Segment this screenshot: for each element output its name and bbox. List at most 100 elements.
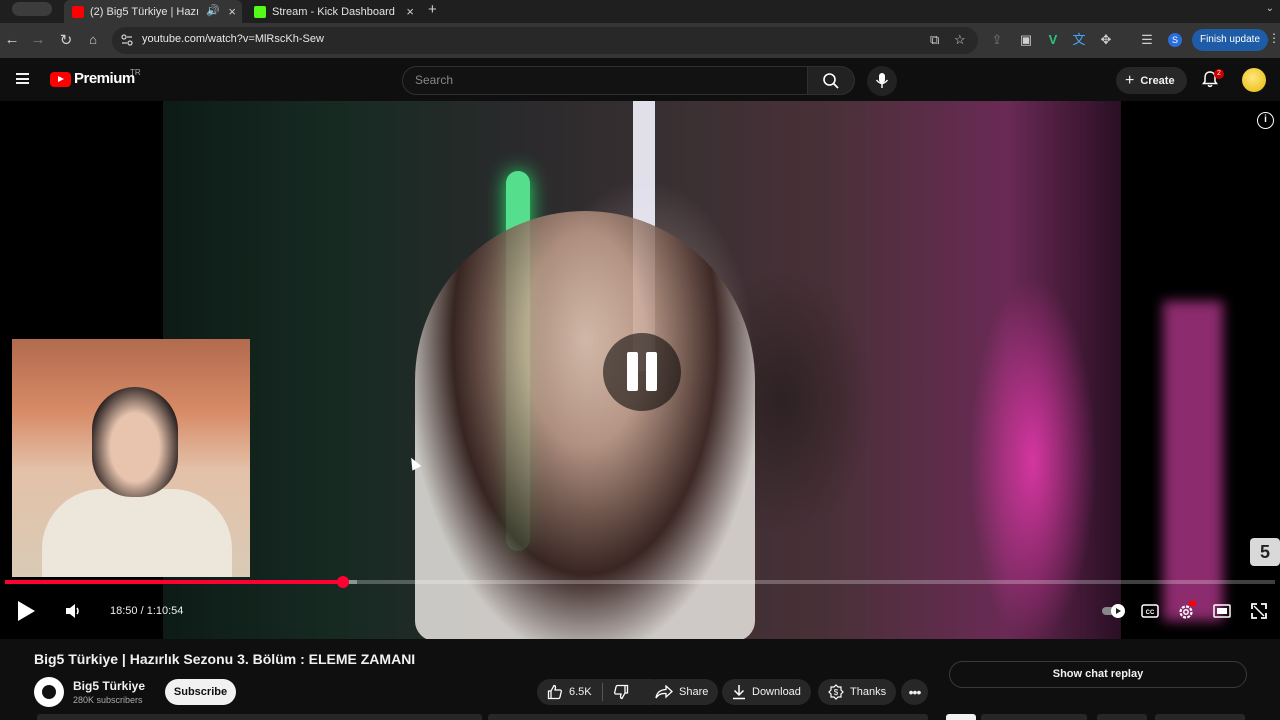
current-time: 18:50 xyxy=(110,605,138,617)
description-panel-edge xyxy=(37,714,482,720)
create-label: Create xyxy=(1140,74,1175,87)
share-label: Share xyxy=(679,686,709,698)
install-app-icon[interactable]: ⧉ xyxy=(930,32,939,48)
show-chat-replay-button[interactable]: Show chat replay xyxy=(949,661,1247,688)
dislike-button[interactable] xyxy=(613,684,635,700)
like-count: 6.5K xyxy=(569,686,592,698)
played-bar xyxy=(5,580,343,584)
bookmark-star-icon[interactable]: ☆ xyxy=(954,32,966,48)
region-code: TR xyxy=(130,68,141,77)
more-horizontal-icon: ••• xyxy=(908,684,922,700)
tab-title: Stream - Kick Dashboard xyxy=(272,5,395,18)
new-tab-button[interactable]: + xyxy=(428,1,437,18)
finish-update-button[interactable]: Finish update xyxy=(1192,29,1268,51)
tab-youtube[interactable]: (2) Big5 Türkiye | Hazırlık 🔊 × xyxy=(64,0,242,23)
video-subject xyxy=(415,211,755,639)
site-info-icon[interactable] xyxy=(120,33,134,47)
tab-kick[interactable]: Stream - Kick Dashboard × xyxy=(246,0,420,23)
extension-translator-icon[interactable]: 文 xyxy=(1071,32,1087,48)
play-icon xyxy=(18,601,35,621)
svg-text:$: $ xyxy=(834,688,839,697)
info-icon[interactable]: i xyxy=(1257,112,1274,129)
extension-upload-icon[interactable]: ⇪ xyxy=(989,32,1005,48)
back-arrow-icon[interactable]: ← xyxy=(3,31,21,48)
video-player[interactable]: i 5 18:50 / 1:10:54 CC xyxy=(0,101,1280,639)
channel-watermark[interactable]: 5 xyxy=(1250,538,1280,566)
voice-search-button[interactable] xyxy=(867,66,897,96)
logo-text[interactable]: Premium xyxy=(74,70,135,87)
browser-toolbar: ← → ↻ ⌂ youtube.com/watch?v=MlRscKh-Sew … xyxy=(0,23,1280,58)
account-avatar[interactable] xyxy=(1242,68,1266,92)
play-button[interactable] xyxy=(14,600,38,622)
chip[interactable] xyxy=(1155,714,1245,720)
channel-avatar[interactable] xyxy=(34,677,64,707)
youtube-masthead: Premium TR + Create 2 xyxy=(0,58,1280,101)
address-bar[interactable]: youtube.com/watch?v=MlRscKh-Sew ⧉ ☆ xyxy=(112,27,978,54)
download-button[interactable]: Download xyxy=(722,679,811,705)
reading-list-icon[interactable]: ☰ xyxy=(1139,32,1155,48)
tab-group-chip[interactable] xyxy=(12,2,52,16)
download-label: Download xyxy=(752,686,801,698)
thanks-icon: $ xyxy=(828,684,844,700)
subscribe-button[interactable]: Subscribe xyxy=(165,679,236,705)
duration: 1:10:54 xyxy=(146,605,184,617)
search-box[interactable] xyxy=(402,66,808,95)
more-actions-button[interactable]: ••• xyxy=(901,679,928,705)
create-button[interactable]: + Create xyxy=(1116,67,1187,94)
fullscreen-icon xyxy=(1251,603,1267,619)
youtube-favicon-icon xyxy=(72,5,84,18)
scrubber-handle[interactable] xyxy=(336,576,349,588)
mute-button[interactable] xyxy=(61,600,85,622)
thanks-label: Thanks xyxy=(850,686,887,698)
close-tab-icon[interactable]: × xyxy=(228,4,236,19)
autoplay-toggle[interactable] xyxy=(1101,600,1127,622)
thanks-button[interactable]: $ Thanks xyxy=(818,679,897,705)
subscriber-count: 280K subscribers xyxy=(73,695,143,705)
webcam-face xyxy=(92,387,178,497)
video-title: Big5 Türkiye | Hazırlık Sezonu 3. Bölüm … xyxy=(34,651,416,667)
thumbs-down-icon xyxy=(613,684,628,700)
chip[interactable] xyxy=(1097,714,1147,720)
browser-menu-icon[interactable]: ⋮ xyxy=(1268,31,1280,45)
thumbs-up-icon xyxy=(547,684,562,700)
extensions-puzzle-icon[interactable]: ✥ xyxy=(1098,32,1114,48)
neon-light xyxy=(1163,301,1223,621)
tab-search-chevron-icon[interactable]: ⌄ xyxy=(1266,3,1274,14)
captions-icon: CC xyxy=(1141,604,1159,618)
plus-icon: + xyxy=(1125,71,1135,89)
progress-bar[interactable] xyxy=(5,576,1275,588)
home-icon[interactable]: ⌂ xyxy=(84,32,102,47)
search-input[interactable] xyxy=(415,73,795,87)
reload-icon[interactable]: ↻ xyxy=(57,31,75,49)
download-icon xyxy=(733,685,745,700)
chip[interactable] xyxy=(981,714,1087,720)
youtube-logo-icon[interactable] xyxy=(50,72,71,87)
like-button[interactable]: 6.5K xyxy=(547,684,592,700)
forward-arrow-icon[interactable]: → xyxy=(29,31,47,48)
captions-button[interactable]: CC xyxy=(1139,600,1161,622)
url-text: youtube.com/watch?v=MlRscKh-Sew xyxy=(142,33,324,45)
autoplay-icon xyxy=(1102,604,1125,618)
tab-title: (2) Big5 Türkiye | Hazırlık xyxy=(90,5,198,18)
search-button[interactable] xyxy=(808,66,855,95)
microphone-icon xyxy=(875,73,889,88)
channel-name[interactable]: Big5 Türkiye xyxy=(73,679,145,693)
theater-mode-button[interactable] xyxy=(1211,600,1233,622)
close-tab-icon[interactable]: × xyxy=(406,4,414,19)
svg-text:CC: CC xyxy=(1146,610,1155,616)
profile-avatar[interactable]: S xyxy=(1168,33,1182,47)
volume-icon xyxy=(66,604,79,618)
notification-count-badge: 2 xyxy=(1214,69,1224,79)
guide-menu-icon[interactable] xyxy=(16,73,29,84)
center-pause-icon[interactable] xyxy=(603,333,681,411)
fullscreen-button[interactable] xyxy=(1248,600,1270,622)
audio-playing-icon[interactable]: 🔊 xyxy=(206,4,220,17)
extension-translate-icon[interactable]: ▣ xyxy=(1018,32,1034,48)
settings-button[interactable] xyxy=(1175,600,1197,622)
share-button[interactable]: Share xyxy=(645,679,719,705)
kick-favicon-icon xyxy=(254,5,266,18)
settings-gear-icon xyxy=(1179,601,1196,619)
extension-v-icon[interactable]: V xyxy=(1045,32,1061,48)
chip-all[interactable] xyxy=(946,714,976,720)
browser-tabstrip: (2) Big5 Türkiye | Hazırlık 🔊 × Stream -… xyxy=(0,0,1280,23)
